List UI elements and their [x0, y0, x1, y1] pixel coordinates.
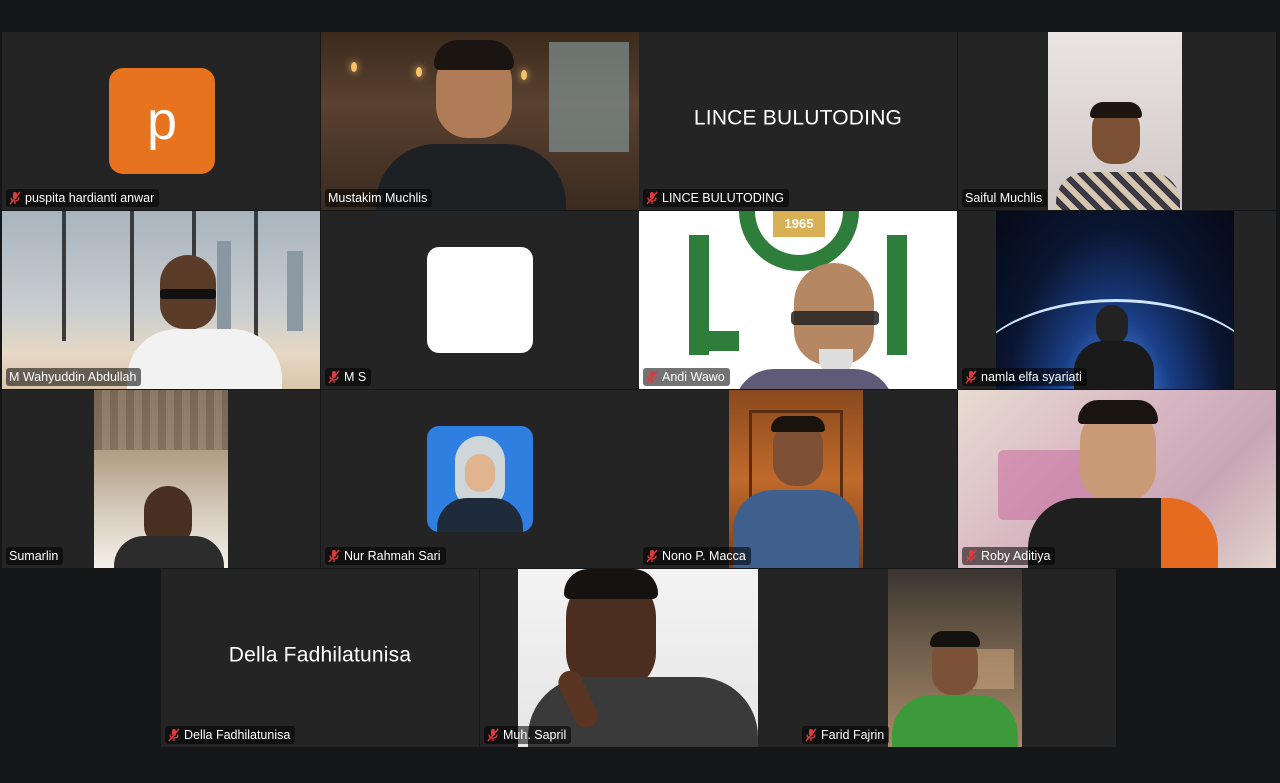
participant-avatar: p [109, 68, 215, 174]
microphone-muted-icon [646, 191, 658, 205]
participant-name-label: Sumarlin [6, 547, 64, 565]
participant-name: puspita hardianti anwar [25, 191, 155, 205]
participant-tile[interactable]: Nono P. Macca [639, 390, 957, 568]
participant-tile[interactable]: Saiful Muchlis [958, 32, 1276, 210]
participant-tile[interactable]: 1965 Andi Wawo [639, 211, 957, 389]
participant-name: LINCE BULUTODING [662, 191, 785, 205]
participant-avatar [427, 247, 533, 353]
participant-tile[interactable]: namla elfa syariati [958, 211, 1276, 389]
participant-video [958, 390, 1276, 568]
participant-name: Nur Rahmah Sari [344, 549, 441, 563]
meeting-gallery-view: { "participants": [ {"display_name": "pu… [0, 0, 1280, 783]
microphone-muted-icon [168, 728, 180, 742]
participant-name: M S [344, 370, 367, 384]
participant-name-label: Muh. Sapril [484, 726, 572, 744]
microphone-muted-icon [9, 191, 21, 205]
participant-name-label: M S [325, 368, 372, 386]
participant-name-label: puspita hardianti anwar [6, 189, 160, 207]
participant-big-name: LINCE BULUTODING [693, 106, 903, 130]
participant-name: Roby Aditiya [981, 549, 1051, 563]
participant-tile[interactable]: Della Fadhilatunisa Della Fadhilatunisa [161, 569, 479, 747]
participant-tile[interactable]: LINCE BULUTODING LINCE BULUTODING [639, 32, 957, 210]
participant-name: Della Fadhilatunisa [184, 728, 291, 742]
microphone-muted-icon [646, 370, 658, 384]
participant-video: 1965 [639, 211, 957, 389]
participant-name: namla elfa syariati [981, 370, 1082, 384]
participant-name: Andi Wawo [662, 370, 725, 384]
microphone-muted-icon [328, 370, 340, 384]
participant-name-label: Nur Rahmah Sari [325, 547, 446, 565]
participant-tile-active-speaker[interactable]: Mustakim Muchlis [321, 32, 639, 210]
participant-name: Saiful Muchlis [965, 191, 1043, 205]
participant-tile[interactable]: Farid Fajrin [798, 569, 1116, 747]
participant-name-label: Nono P. Macca [643, 547, 751, 565]
participant-name: M Wahyuddin Abdullah [9, 370, 137, 384]
participant-name-label: Saiful Muchlis [962, 189, 1048, 207]
participant-name-label: Andi Wawo [643, 368, 730, 386]
participant-name: Sumarlin [9, 549, 59, 563]
participant-video [2, 211, 320, 389]
microphone-muted-icon [646, 549, 658, 563]
participant-video [729, 390, 863, 568]
participant-name-label: Farid Fajrin [802, 726, 890, 744]
participant-video [1048, 32, 1182, 210]
participant-big-name: Della Fadhilatunisa [228, 643, 412, 667]
participant-name-label: Roby Aditiya [962, 547, 1056, 565]
participant-tile[interactable]: Sumarlin [2, 390, 320, 568]
microphone-muted-icon [487, 728, 499, 742]
participant-name-label: LINCE BULUTODING [643, 189, 790, 207]
microphone-muted-icon [965, 370, 977, 384]
participant-name: Nono P. Macca [662, 549, 746, 563]
participant-tile[interactable]: M S [321, 211, 639, 389]
participant-name: Mustakim Muchlis [328, 191, 428, 205]
participant-video [427, 426, 533, 532]
participant-name-label: Mustakim Muchlis [325, 189, 433, 207]
participant-tile[interactable]: Nur Rahmah Sari [321, 390, 639, 568]
participant-name-label: Della Fadhilatunisa [165, 726, 296, 744]
participant-tile[interactable]: Roby Aditiya [958, 390, 1276, 568]
participant-name-label: namla elfa syariati [962, 368, 1087, 386]
participant-video [888, 569, 1022, 747]
participant-name-label: M Wahyuddin Abdullah [6, 368, 142, 386]
participant-name: Muh. Sapril [503, 728, 567, 742]
microphone-muted-icon [328, 549, 340, 563]
microphone-muted-icon [965, 549, 977, 563]
participant-tile[interactable]: p puspita hardianti anwar [2, 32, 320, 210]
logo-year: 1965 [773, 211, 825, 237]
participant-video [321, 32, 639, 210]
participant-video [996, 211, 1234, 389]
participant-tile[interactable]: Muh. Sapril [480, 569, 798, 747]
participant-video [94, 390, 228, 568]
participant-video [518, 569, 758, 747]
participant-name: Farid Fajrin [821, 728, 885, 742]
microphone-muted-icon [805, 728, 817, 742]
participant-tile[interactable]: M Wahyuddin Abdullah [2, 211, 320, 389]
